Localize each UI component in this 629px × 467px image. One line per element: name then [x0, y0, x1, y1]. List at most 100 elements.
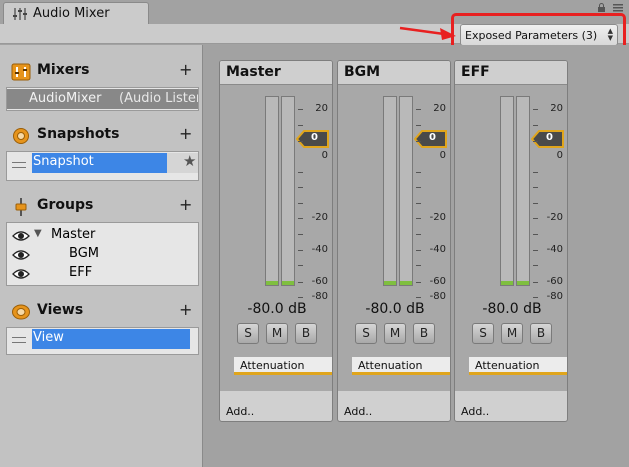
strip-name: Master	[226, 64, 281, 80]
scale-tick	[533, 172, 538, 173]
exposed-parameters-label: Exposed Parameters (3)	[465, 29, 598, 42]
scale-tick	[533, 187, 538, 188]
group-row-master[interactable]: ▼ Master	[7, 226, 198, 245]
scale-tick	[416, 109, 421, 110]
effect-label: Attenuation	[240, 359, 305, 372]
tab-title: Audio Mixer	[33, 6, 110, 21]
add-view-button[interactable]: +	[179, 300, 192, 319]
scale-tick	[298, 141, 303, 142]
exposed-parameters-dropdown[interactable]: Exposed Parameters (3) ▲ ▼	[460, 24, 618, 46]
scale-tick	[298, 203, 303, 204]
scale-label: 0	[439, 150, 446, 161]
star-icon[interactable]: ★	[183, 152, 196, 170]
views-title: Views	[37, 302, 84, 318]
effect-label: Attenuation	[475, 359, 540, 372]
scale-tick	[298, 218, 303, 219]
scale-label: -20	[429, 212, 446, 223]
scale-tick	[416, 172, 421, 173]
add-effect-button[interactable]: Add..	[344, 405, 372, 418]
attenuation-effect[interactable]: Attenuation	[234, 357, 332, 375]
scale-tick	[416, 234, 421, 235]
meter-fill	[282, 281, 294, 285]
scale-tick	[298, 125, 303, 126]
eye-icon[interactable]	[12, 249, 30, 261]
groups-icon	[15, 198, 27, 216]
scale-label: 20	[550, 103, 563, 114]
bypass-button[interactable]: B	[413, 323, 435, 344]
solo-button[interactable]: S	[237, 323, 259, 344]
scale-tick	[533, 218, 538, 219]
views-list: View	[6, 327, 199, 355]
left-panel: Mixers + AudioMixer (Audio Listener) Sna…	[0, 45, 203, 467]
solo-button[interactable]: S	[472, 323, 494, 344]
scale-tick	[533, 203, 538, 204]
scale-tick	[298, 187, 303, 188]
scale-tick	[416, 218, 421, 219]
scale-label: -40	[311, 244, 328, 255]
drag-handle-icon[interactable]	[12, 162, 26, 168]
bypass-button[interactable]: B	[530, 323, 552, 344]
eye-icon[interactable]	[12, 230, 30, 242]
mixer-strip-eff: EFF 0 -80.0 dB S M B Attenuation Add.. 2…	[454, 60, 568, 422]
context-menu-icon[interactable]	[613, 4, 623, 12]
add-group-button[interactable]: +	[179, 195, 192, 214]
snapshot-item[interactable]: Snapshot	[32, 153, 167, 173]
lock-icon[interactable]	[597, 3, 606, 12]
snapshot-item-label: Snapshot	[33, 154, 94, 169]
fader-value: 0	[546, 132, 553, 143]
bypass-button[interactable]: B	[295, 323, 317, 344]
solo-button[interactable]: S	[355, 323, 377, 344]
scale-tick	[533, 234, 538, 235]
mute-button[interactable]: M	[266, 323, 288, 344]
scale-label: -80	[429, 291, 446, 302]
level-meter-right	[281, 96, 295, 286]
meter-fill	[517, 281, 529, 285]
eye-icon[interactable]	[12, 268, 30, 280]
scale-tick	[298, 282, 303, 283]
scale-tick	[416, 297, 421, 298]
scale-label: -60	[311, 276, 328, 287]
scale-tick	[533, 265, 538, 266]
strip-header: Master	[220, 61, 332, 85]
mute-button[interactable]: M	[384, 323, 406, 344]
scale-tick	[416, 282, 421, 283]
add-snapshot-button[interactable]: +	[179, 124, 192, 143]
scale-tick	[298, 172, 303, 173]
attenuation-effect[interactable]: Attenuation	[469, 357, 567, 375]
group-row-bgm[interactable]: BGM	[7, 245, 198, 264]
attenuation-effect[interactable]: Attenuation	[352, 357, 450, 375]
scale-tick	[416, 141, 421, 142]
strip-header: EFF	[455, 61, 567, 85]
strip-header: BGM	[338, 61, 450, 85]
expand-triangle-icon[interactable]: ▼	[34, 228, 42, 239]
view-item[interactable]: View	[32, 329, 190, 349]
mute-button[interactable]: M	[501, 323, 523, 344]
scale-label: 0	[321, 150, 328, 161]
groups-header: Groups +	[0, 195, 203, 218]
scale-tick	[298, 109, 303, 110]
snapshots-icon	[13, 128, 29, 144]
scale-label: 20	[433, 103, 446, 114]
volume-db-readout: -80.0 dB	[365, 301, 425, 317]
group-label-eff: EFF	[69, 265, 93, 280]
audio-mixer-tab[interactable]: Audio Mixer	[3, 2, 149, 24]
add-effect-button[interactable]: Add..	[226, 405, 254, 418]
add-effect-button[interactable]: Add..	[461, 405, 489, 418]
scale-tick	[533, 250, 538, 251]
meter-fill	[266, 281, 278, 285]
mixer-item-output: (Audio Listener)	[119, 91, 198, 106]
add-mixer-button[interactable]: +	[179, 60, 192, 79]
scale-tick	[416, 125, 421, 126]
group-row-eff[interactable]: EFF	[7, 264, 198, 283]
strip-name: EFF	[461, 64, 490, 80]
mixer-item[interactable]: AudioMixer (Audio Listener)	[7, 89, 198, 109]
scale-label: -40	[546, 244, 563, 255]
volume-db-readout: -80.0 dB	[247, 301, 307, 317]
level-meter-left	[383, 96, 397, 286]
scale-tick	[416, 265, 421, 266]
groups-list: ▼ Master BGM EFF	[6, 222, 199, 286]
views-icon	[12, 304, 30, 320]
scale-label: -20	[311, 212, 328, 223]
group-label-master: Master	[51, 227, 96, 242]
drag-handle-icon[interactable]	[12, 337, 26, 343]
